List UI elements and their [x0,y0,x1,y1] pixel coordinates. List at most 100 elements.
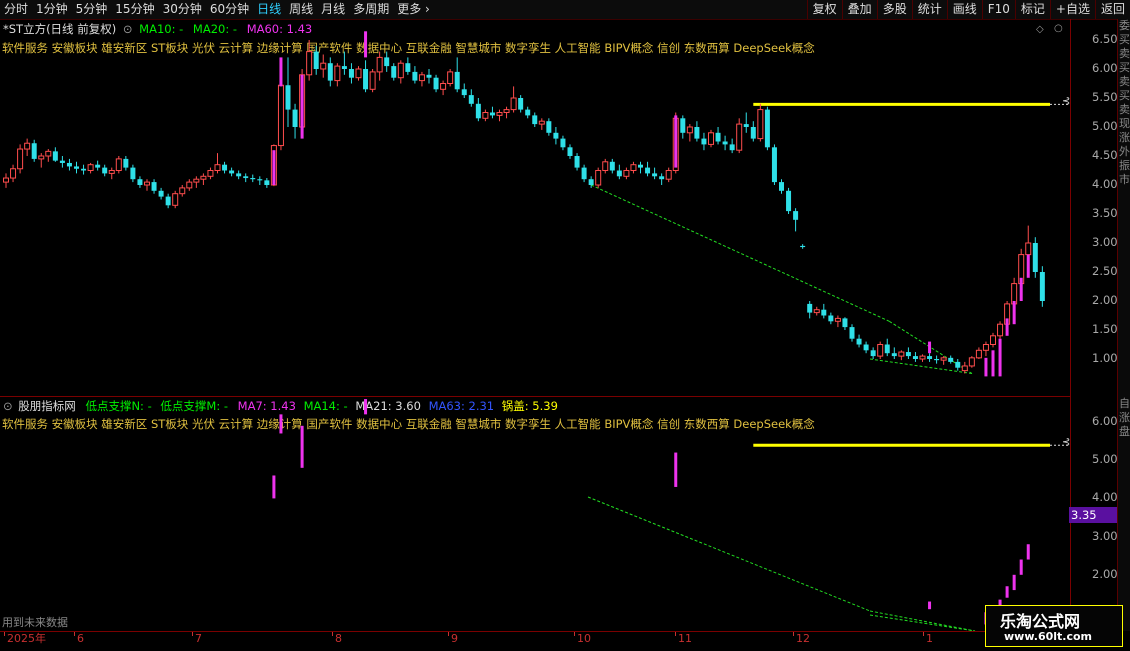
toolbar-button-3[interactable]: 统计 [911,0,947,19]
toolbar-button-1[interactable]: 叠加 [841,0,877,19]
indicator-bar [272,475,276,499]
candle-body-down [715,132,721,142]
sidebar-char: 卖 [1119,47,1130,60]
date-tick [448,632,449,636]
limit-up-bar [364,31,368,58]
candle-body-up [193,178,200,183]
candle-body-down [151,182,157,191]
candle-body-up [602,161,609,172]
watermark-url: www.60lt.com [1004,630,1093,643]
toolbar-button-6[interactable]: 标记 [1014,0,1050,19]
candle-body-up [115,158,122,171]
candle-body-down [856,338,862,345]
candle-body-up [87,164,94,171]
candle-body-down [800,245,806,248]
tab-period-0[interactable]: 分时 [0,0,32,19]
candlestick-chart[interactable] [0,19,1068,631]
candle-body-up [982,344,989,351]
toolbar-button-8[interactable]: 返回 [1094,0,1130,19]
candle-body-up [306,51,313,76]
candle-body-down [729,144,735,151]
candle-body-up [736,123,743,151]
date-tick [74,632,75,636]
candle-body-down [955,361,961,368]
candle-body-down [532,115,538,125]
candle-body-up [179,187,186,195]
candle-body-down [454,71,460,90]
candle-body-down [560,138,566,148]
candle-body-down [645,167,651,174]
price-tick-label: 5.50 [1092,90,1118,104]
candle-body-down [391,66,397,78]
candle-body-down [1039,272,1045,301]
candle-body-down [793,211,799,220]
candle-body-down [95,164,101,168]
candle-body-down [250,178,256,180]
candle-body-up [369,71,376,90]
candle-body-down [948,357,954,362]
candle-body-down [243,176,249,179]
date-tick [574,632,575,636]
sidebar-char: 卖 [1119,103,1130,116]
tab-period-9[interactable]: 多周期 [349,0,393,19]
candle-body-down [934,359,940,361]
tab-period-1[interactable]: 1分钟 [32,0,72,19]
tab-period-8[interactable]: 月线 [317,0,349,19]
price-tick-label: 6.50 [1092,32,1118,46]
indicator-bar [928,601,932,610]
axis-divider [1070,19,1071,631]
candle-body-down [1032,243,1038,272]
candle-body-up [144,181,150,186]
candle-body-down [616,170,622,177]
tab-period-7[interactable]: 周线 [285,0,317,19]
tab-period-5[interactable]: 60分钟 [206,0,253,19]
date-tick [923,632,924,636]
limit-up-bar [1005,318,1009,336]
candle-body-down [59,160,65,163]
toolbar-button-4[interactable]: 画线 [946,0,982,19]
candle-body-up [24,142,31,150]
date-label: 12 [796,632,810,645]
candle-body-up [186,181,193,189]
date-label: 2025年 [7,632,46,645]
tab-period-4[interactable]: 30分钟 [159,0,206,19]
lid-marker-bottom: ⊰ [1062,437,1071,448]
candle-body-down [384,57,390,67]
tab-period-2[interactable]: 5分钟 [72,0,112,19]
limit-up-bar [1026,254,1030,278]
toolbar-button-7[interactable]: +自选 [1049,0,1095,19]
candle-body-down [285,85,291,110]
candle-body-down [694,127,700,139]
candle-body-down [264,180,270,185]
candle-body-down [66,162,72,167]
date-tick [675,632,676,636]
toolbar-button-0[interactable]: 复权 [806,0,842,19]
diamond-icon[interactable]: ◇ [1036,24,1044,35]
indicator-tick-label: 6.00 [1092,414,1118,428]
candle-body-down [779,182,784,191]
circle-icon[interactable]: ○ [1054,23,1063,34]
current-price-box: 3.35 [1069,507,1117,523]
candle-body-down [31,143,37,159]
tab-period-6[interactable]: 日线 [253,0,285,19]
price-tick-label: 4.00 [1092,177,1118,191]
toolbar-button-2[interactable]: 多股 [876,0,912,19]
candle-body-down [165,196,171,206]
lid-marker-top: ⊰ [1062,96,1071,107]
candle-body-down [405,63,411,72]
toolbar-button-5[interactable]: F10 [981,0,1015,19]
candle-body-down [905,352,911,357]
candle-body-down [849,327,855,339]
tab-period-3[interactable]: 15分钟 [111,0,158,19]
sidebar-char: 盘 [1119,425,1130,438]
candle-body-up [440,83,447,90]
candle-body-up [630,164,637,171]
candle-body-up [510,97,517,111]
price-tick-label: 2.50 [1092,264,1118,278]
tab-period-10[interactable]: 更多 › [393,0,434,19]
candle-body-down [884,344,890,354]
support-line-upper [590,184,890,322]
sidebar-char: 卖 [1119,75,1130,88]
candle-body-up [961,365,968,372]
sidebar-char: 振 [1119,159,1130,172]
